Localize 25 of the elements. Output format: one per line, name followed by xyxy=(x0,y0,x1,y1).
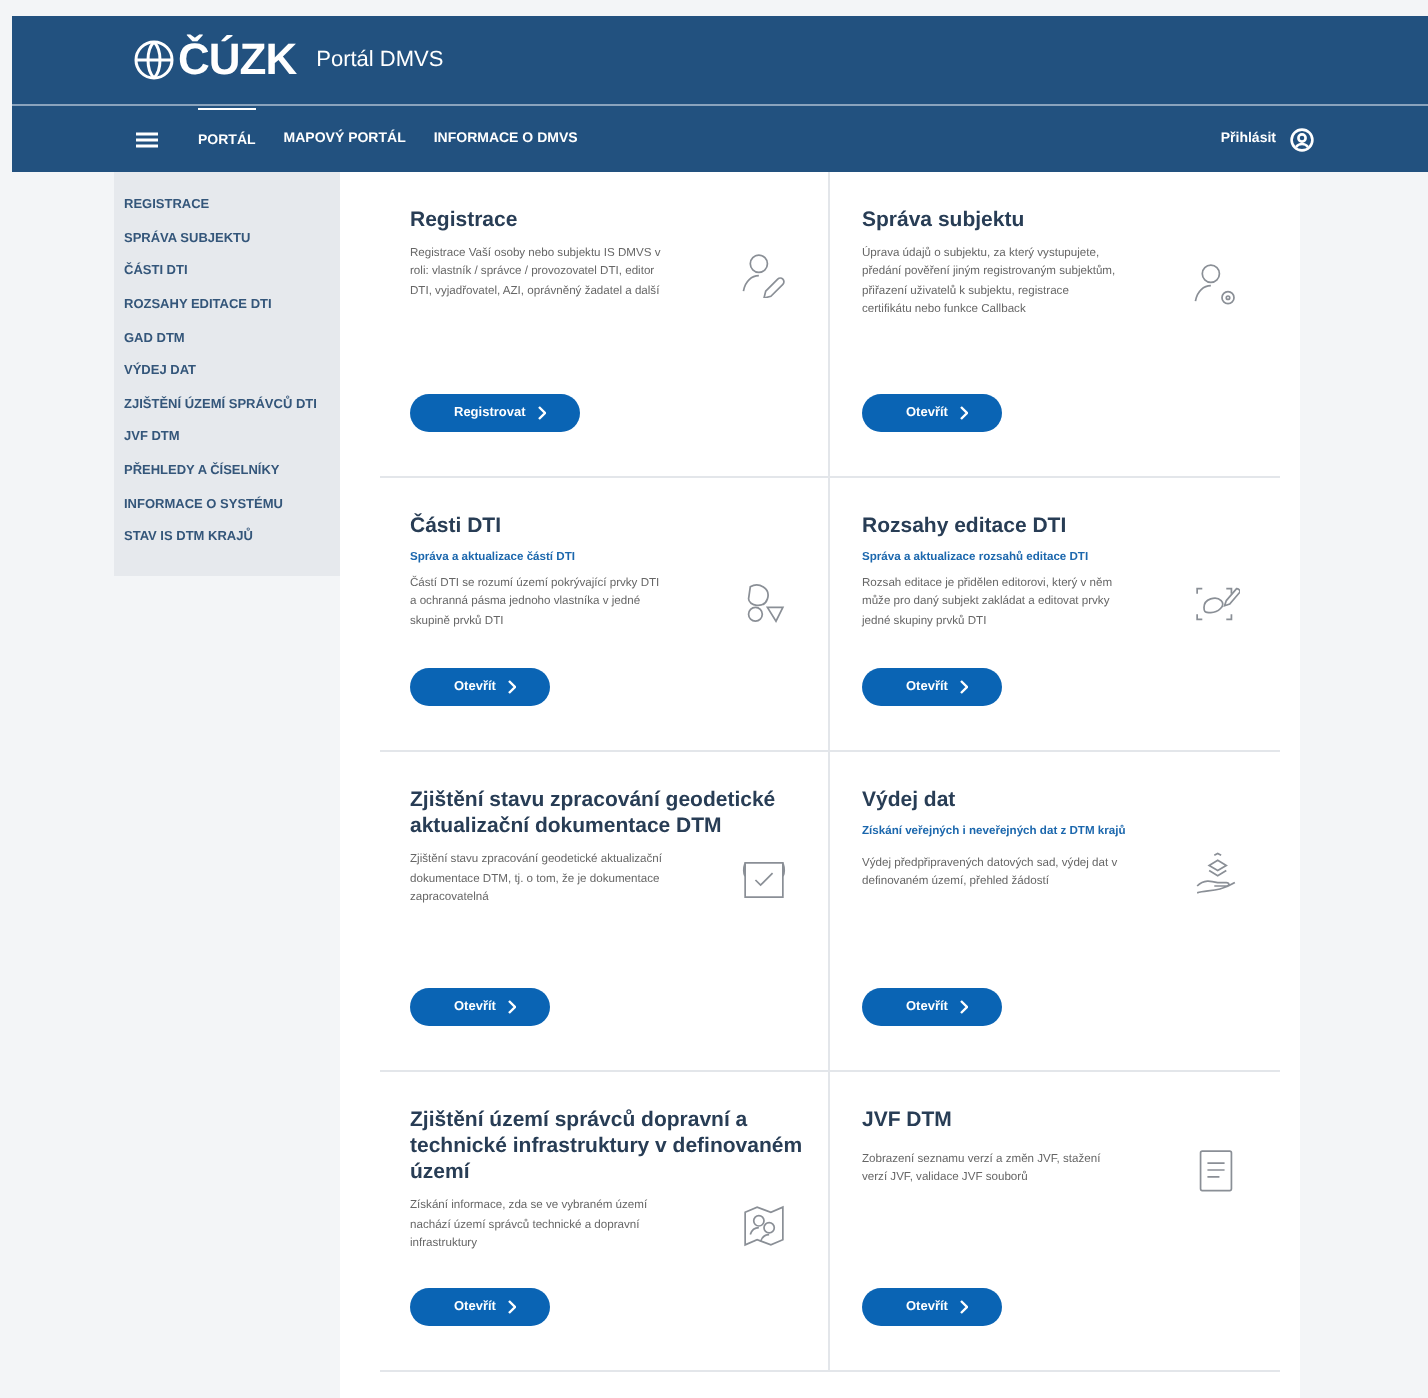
person-pencil-icon xyxy=(740,250,788,299)
card-title: Části DTI xyxy=(410,514,504,541)
chevron-icon xyxy=(959,680,968,694)
card-title: JVF DTM xyxy=(862,1108,954,1135)
person-gear-icon xyxy=(1192,259,1240,308)
menu-icon[interactable] xyxy=(136,131,158,147)
card-title: Zjištění stavu zpracování geodetické aktualizační dokumentace DTM xyxy=(410,788,778,841)
map-people-icon xyxy=(740,1202,788,1251)
chevron-icon xyxy=(537,406,546,420)
card-title: Registrace xyxy=(410,208,520,235)
user-icon[interactable] xyxy=(1290,127,1314,151)
portal-title: Portál DMVS xyxy=(316,48,444,72)
globe-icon xyxy=(132,38,176,82)
card-title: Správa subjektu xyxy=(862,208,1027,235)
chevron-icon xyxy=(959,406,968,420)
card-title: Výdej dat xyxy=(862,788,958,815)
chevron-icon xyxy=(507,1000,516,1014)
card-title: Zjištění území správců dopravní a technické infrastruktury v definovaném území xyxy=(410,1108,804,1187)
hand-layers-icon xyxy=(1192,850,1240,899)
chevron-icon xyxy=(959,1000,968,1014)
chevron-icon xyxy=(507,1300,516,1314)
card-title: Rozsahy editace DTI xyxy=(862,514,1069,541)
chevron-icon xyxy=(507,680,516,694)
chevron-icon xyxy=(959,1300,968,1314)
logo[interactable]: ČÚZK xyxy=(132,34,297,86)
